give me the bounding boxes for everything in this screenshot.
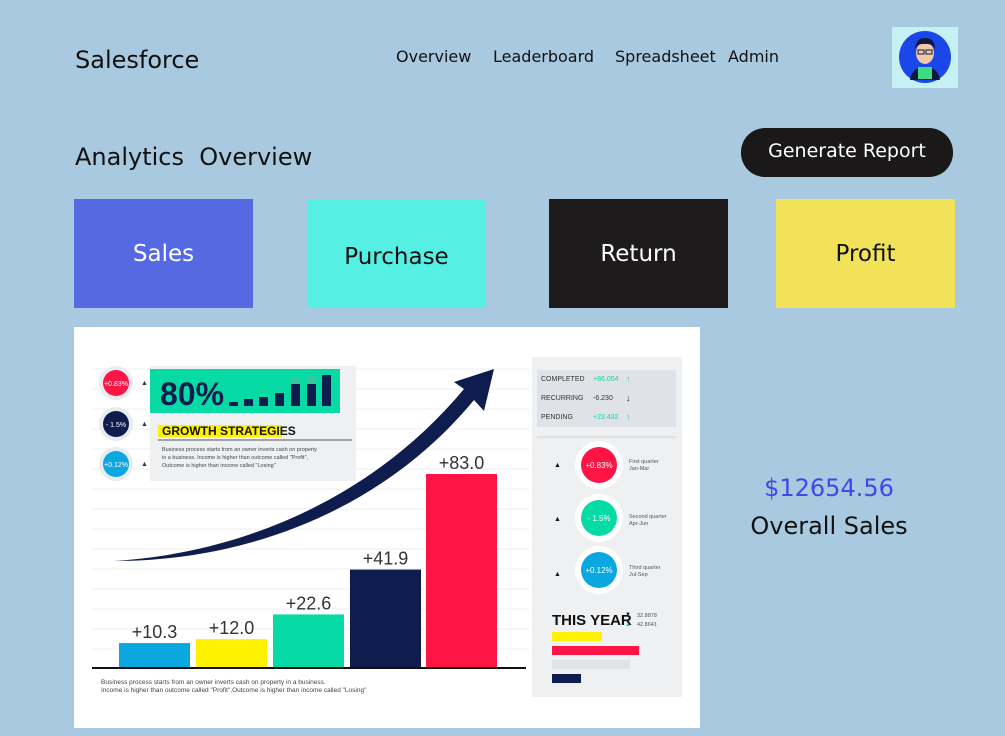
this-year-down-icon: ▼ [625, 612, 631, 618]
badge-2-arrow-icon: ▲ [141, 421, 148, 428]
bar-1-label: +10.3 [132, 622, 178, 642]
badge-1: +0.83% [99, 366, 133, 400]
status-recurring-label: RECURRING [541, 395, 583, 402]
status-up-arrow-icon: ↑ [626, 374, 631, 384]
this-year-stat-2: 42.8641 [637, 622, 657, 628]
nav-admin[interactable]: Admin [728, 47, 779, 66]
status-completed-label: COMPLETED [541, 376, 585, 383]
badge-1-arrow-icon: ▲ [141, 380, 148, 387]
headline-desc-line-3: Outcome is higher than income called "Lo… [162, 463, 276, 469]
nav-overview[interactable]: Overview [396, 47, 471, 66]
status-down-arrow-icon: ↓ [626, 393, 631, 403]
page-title: Analytics Overview [75, 143, 313, 171]
status-up-arrow-icon: ↑ [626, 412, 631, 422]
this-year-label: THIS YEAR [552, 612, 632, 629]
avatar[interactable] [892, 27, 958, 88]
this-year-up-icon: ▲ [625, 622, 631, 628]
quarter-3-arrow-icon: ▲ [554, 571, 561, 578]
status-recurring-value: -6.230 [593, 395, 613, 402]
quarter-2-range: Apr-Jun [629, 521, 648, 527]
tile-return-label: Return [600, 240, 677, 267]
bar-3 [273, 614, 344, 667]
overall-sales-value: $12654.56 [764, 474, 894, 502]
tile-sales-label: Sales [132, 240, 195, 267]
quarter-1-arrow-icon: ▲ [554, 462, 561, 469]
badge-2: - 1.5% [99, 407, 133, 441]
generate-report-button[interactable]: Generate Report [741, 128, 953, 177]
user-avatar-icon [899, 31, 951, 83]
quarter-1-value: +0.83% [585, 461, 612, 470]
status-completed-value: +86.054 [593, 376, 619, 383]
nav-leaderboard[interactable]: Leaderboard [493, 47, 594, 66]
tile-profit[interactable]: Profit [776, 199, 955, 308]
headline-title: GROWTH STRATEGIES [162, 424, 296, 438]
quarter-2-arrow-icon: ▲ [554, 516, 561, 523]
tile-sales[interactable]: Sales [74, 199, 253, 308]
bar-3-label: +22.6 [286, 593, 332, 613]
bar-4 [350, 569, 421, 667]
quarter-2-value: - 1.5% [587, 514, 610, 523]
badge-3-arrow-icon: ▲ [141, 461, 148, 468]
badge-3-text: +0.12% [104, 462, 128, 469]
headline-desc-line-1: Business process starts from an owner in… [162, 447, 317, 453]
badge-2-text: - 1.5% [106, 422, 126, 429]
this-year-stat-1: 32.8878 [637, 613, 657, 619]
quarter-3-name: Third quarter [629, 565, 661, 571]
quarter-1-name: First quarter [629, 459, 659, 465]
bar-2 [196, 639, 267, 667]
tile-profit-label: Profit [835, 240, 896, 267]
bar-1 [119, 643, 190, 667]
badge-3: +0.12% [99, 447, 133, 481]
quarter-3-range: Jul-Sep [629, 572, 648, 578]
tile-return[interactable]: Return [549, 199, 728, 308]
quarter-3-value: +0.12% [585, 566, 612, 575]
status-pending-label: PENDING [541, 414, 573, 421]
growth-infographic-image: +0.83% ▲ - 1.5% ▲ +0.12% ▲ 80% GROWTH ST… [74, 327, 700, 728]
headline-percent: 80% [160, 376, 224, 412]
quarter-1-range: Jan-Mar [629, 466, 649, 472]
bar-5 [426, 474, 497, 667]
nav-spreadsheet[interactable]: Spreadsheet [615, 47, 716, 66]
footnote-line-1: Business process starts from an owner in… [101, 679, 326, 686]
tile-purchase[interactable]: Purchase [307, 199, 486, 308]
bar-2-label: +12.0 [209, 618, 255, 638]
tile-purchase-label: Purchase [344, 243, 449, 270]
bar-5-label: +83.0 [439, 453, 485, 473]
brand-logo-text[interactable]: Salesforce [75, 46, 199, 74]
overall-sales-label: Overall Sales [750, 512, 908, 540]
headline-desc-line-2: in a business. Income is higher than out… [162, 455, 309, 461]
quarter-2-name: Second quarter [629, 514, 667, 520]
bar-4-label: +41.9 [363, 549, 409, 569]
badge-1-text: +0.83% [104, 381, 128, 388]
status-pending-value: +23.432 [593, 414, 619, 421]
footnote-line-2: Income is higher than outcome called "Pr… [101, 687, 367, 694]
